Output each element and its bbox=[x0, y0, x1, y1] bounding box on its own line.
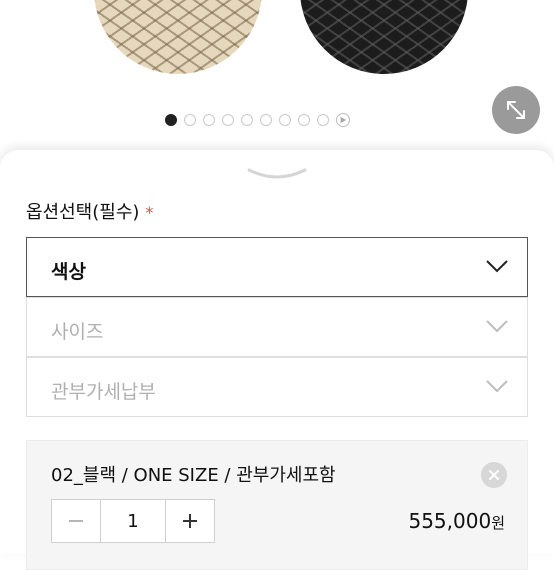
size-select[interactable]: 사이즈 bbox=[26, 297, 528, 357]
gallery-dot-7[interactable] bbox=[279, 114, 291, 126]
gallery-dot-5[interactable] bbox=[241, 114, 253, 126]
gallery-dot-8[interactable] bbox=[298, 114, 310, 126]
gallery-dot-3[interactable] bbox=[203, 114, 215, 126]
expand-arrows-icon bbox=[507, 101, 525, 119]
required-mark: * bbox=[145, 203, 154, 222]
gallery-dot-9[interactable] bbox=[317, 114, 329, 126]
color-select[interactable]: 색상 bbox=[26, 237, 528, 297]
gallery-dot-2[interactable] bbox=[184, 114, 196, 126]
color-select-label: 색상 bbox=[51, 261, 86, 283]
quantity-stepper: 1 bbox=[51, 499, 215, 543]
option-title-text: 옵션선택(필수) bbox=[26, 202, 140, 223]
product-image-beige-bag bbox=[94, 0, 262, 74]
plus-icon bbox=[183, 514, 197, 528]
close-icon bbox=[489, 470, 499, 480]
chevron-down-handle-icon bbox=[247, 168, 307, 179]
chevron-down-icon bbox=[486, 320, 508, 333]
selected-item-name: 02_블랙 / ONE SIZE / 관부가세포함 bbox=[51, 465, 336, 486]
customs-duty-select[interactable]: 관부가세납부 bbox=[26, 357, 528, 417]
option-bottom-sheet: 옵션선택(필수) * 색상 사이즈 관부가세납부 02_블랙 / ONE SIZE… bbox=[0, 150, 554, 570]
quantity-value[interactable]: 1 bbox=[100, 500, 166, 542]
product-image-black-bag bbox=[300, 0, 468, 74]
gallery-dot-1[interactable] bbox=[165, 114, 177, 126]
gallery-pagination bbox=[165, 113, 350, 127]
expand-image-button[interactable] bbox=[492, 86, 540, 134]
chevron-down-icon bbox=[486, 380, 508, 393]
gallery-dot-6[interactable] bbox=[260, 114, 272, 126]
gallery-dot-4[interactable] bbox=[222, 114, 234, 126]
item-price-unit: 원 bbox=[491, 514, 505, 532]
item-price-value: 555,000 bbox=[408, 509, 492, 533]
selected-item: 02_블랙 / ONE SIZE / 관부가세포함 1 555,000원 bbox=[26, 440, 528, 570]
item-price: 555,000원 bbox=[408, 509, 505, 533]
sheet-collapse-handle[interactable] bbox=[247, 164, 307, 188]
increase-quantity-button[interactable] bbox=[166, 500, 214, 542]
remove-item-button[interactable] bbox=[481, 462, 507, 488]
customs-duty-select-label: 관부가세납부 bbox=[51, 381, 156, 403]
play-icon[interactable] bbox=[336, 113, 350, 127]
decrease-quantity-button[interactable] bbox=[52, 500, 100, 542]
minus-icon bbox=[69, 520, 83, 522]
option-section-title: 옵션선택(필수) * bbox=[26, 198, 153, 224]
size-select-label: 사이즈 bbox=[51, 321, 104, 343]
product-image-gallery[interactable] bbox=[0, 0, 554, 150]
chevron-down-icon bbox=[486, 260, 508, 273]
